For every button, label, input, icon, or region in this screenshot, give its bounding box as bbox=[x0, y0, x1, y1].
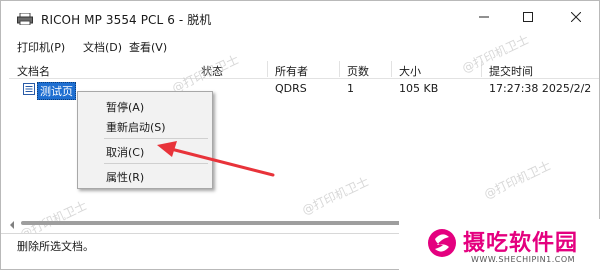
column-header-pages[interactable]: 页数 bbox=[347, 63, 369, 79]
menu-item-cancel[interactable]: 取消(C) bbox=[106, 144, 144, 160]
menu-document[interactable]: 文档(D) bbox=[83, 39, 122, 55]
menu-view[interactable]: 查看(V) bbox=[129, 39, 167, 55]
site-logo-banner: 摄吃软件园 WWW.SHECHIPIN1.COM bbox=[399, 219, 600, 270]
column-header-row: 文档名 状态 所有者 页数 大小 提交时间 bbox=[9, 59, 599, 79]
status-text: 删除所选文档。 bbox=[17, 240, 94, 253]
site-logo-title: 摄吃软件园 bbox=[463, 231, 579, 256]
maximize-button[interactable] bbox=[505, 1, 551, 35]
printer-icon bbox=[17, 12, 33, 26]
menu-separator bbox=[104, 138, 208, 139]
print-queue-window: RICOH MP 3554 PCL 6 - 脱机 打印机(P) 文档(D) 查看… bbox=[0, 0, 600, 270]
menu-item-pause[interactable]: 暂停(A) bbox=[106, 99, 144, 115]
column-divider[interactable] bbox=[391, 61, 392, 77]
close-icon bbox=[570, 11, 582, 25]
annotation-arrow-icon bbox=[157, 141, 275, 177]
menu-item-restart[interactable]: 重新启动(S) bbox=[106, 119, 166, 135]
title-bar[interactable]: RICOH MP 3554 PCL 6 - 脱机 bbox=[1, 1, 599, 35]
maximize-icon bbox=[523, 11, 533, 25]
scroll-left-icon[interactable] bbox=[9, 219, 15, 232]
menu-item-properties[interactable]: 属性(R) bbox=[106, 169, 144, 185]
cell-size: 105 KB bbox=[399, 82, 439, 95]
cell-submitted: 17:27:38 2025/2/2 bbox=[489, 82, 592, 95]
cell-pages: 1 bbox=[347, 82, 354, 95]
column-header-document-name[interactable]: 文档名 bbox=[17, 63, 50, 79]
watermark: @打印机卫士 bbox=[481, 158, 554, 202]
cell-document-name[interactable]: 测试页 bbox=[37, 82, 76, 100]
column-divider[interactable] bbox=[339, 61, 340, 77]
minimize-button[interactable] bbox=[461, 1, 507, 35]
column-header-owner[interactable]: 所有者 bbox=[275, 63, 308, 79]
menu-printer[interactable]: 打印机(P) bbox=[17, 39, 65, 55]
watermark: @打印机卫士 bbox=[299, 174, 372, 218]
window-title: RICOH MP 3554 PCL 6 - 脱机 bbox=[41, 13, 212, 27]
minimize-icon bbox=[479, 12, 489, 25]
site-logo-subtitle: WWW.SHECHIPIN1.COM bbox=[471, 255, 576, 264]
column-header-submitted[interactable]: 提交时间 bbox=[489, 63, 533, 79]
column-divider[interactable] bbox=[267, 61, 268, 77]
site-logo-icon bbox=[427, 225, 457, 264]
column-header-size[interactable]: 大小 bbox=[399, 63, 421, 79]
cell-owner: QDRS bbox=[275, 82, 307, 95]
close-button[interactable] bbox=[553, 1, 599, 35]
document-icon bbox=[23, 83, 35, 95]
